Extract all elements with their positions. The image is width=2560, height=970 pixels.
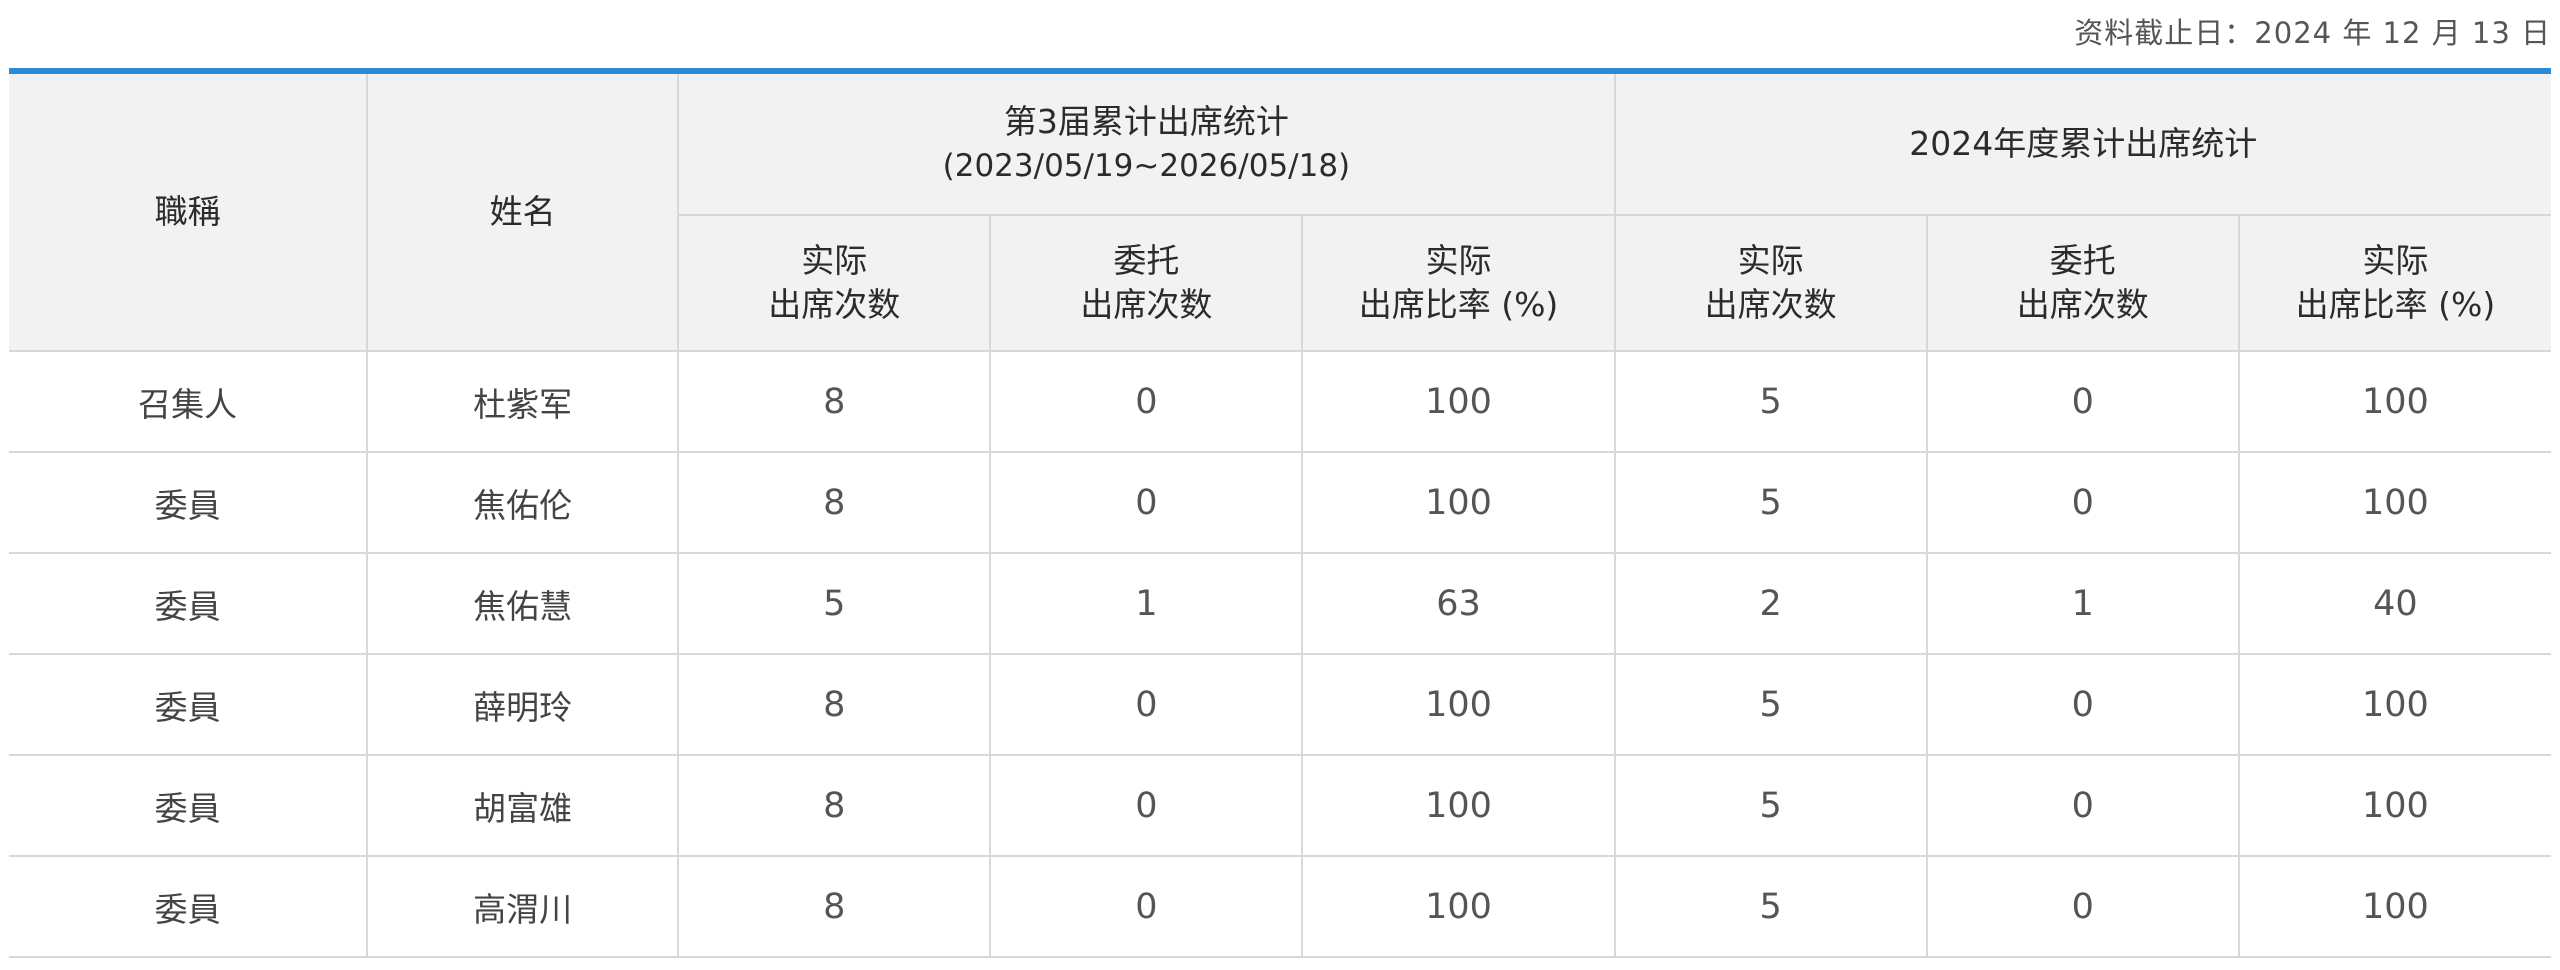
header-title: 職稱 [9, 74, 369, 352]
member-title-cell: 召集人 [9, 350, 369, 453]
subheader-line: 出席次数 [768, 285, 901, 324]
attendance-value-cell: 8 [677, 754, 992, 857]
member-name-cell: 焦佑伦 [366, 451, 680, 554]
data-as-of-date: 资料截止日：2024 年 12 月 13 日 [2074, 16, 2551, 50]
attendance-value-cell: 100 [1301, 653, 1616, 756]
subheader-line: 出席次数 [1704, 285, 1837, 324]
attendance-value-cell: 0 [1925, 653, 2240, 756]
member-title-cell: 委員 [9, 552, 369, 655]
subheader-2: 实际出席比率 (%) [1301, 214, 1616, 352]
header-group-year-title: 2024年度累计出席统计 [1909, 124, 2258, 163]
subheader-line: 实际 [2362, 241, 2429, 280]
attendance-value-cell: 100 [1301, 855, 1616, 958]
table-row: 委員 焦佑伦 8 0 100 5 0 100 [9, 451, 2551, 554]
attendance-value-cell: 40 [2237, 552, 2551, 655]
subheader-line: 出席比率 (%) [1358, 285, 1559, 324]
member-title-cell: 委員 [9, 451, 369, 554]
subheader-4: 委托 出席次数 [1925, 214, 2240, 352]
table-row: 委員 焦佑慧 5 1 63 2 1 40 [9, 552, 2551, 655]
attendance-value-cell: 5 [1613, 855, 1928, 958]
attendance-value-cell: 100 [2237, 350, 2551, 453]
member-name-cell: 高渭川 [366, 855, 680, 958]
attendance-value-cell: 63 [1301, 552, 1616, 655]
attendance-value-cell: 2 [1613, 552, 1928, 655]
attendance-value-cell: 0 [1925, 754, 2240, 857]
member-title-cell: 委員 [9, 754, 369, 857]
attendance-value-cell: 5 [677, 552, 992, 655]
subheader-3: 实际 出席次数 [1613, 214, 1928, 352]
attendance-value-cell: 1 [1925, 552, 2240, 655]
attendance-value-cell: 100 [2237, 754, 2551, 857]
table-body: 召集人 杜紫军 8 0 100 5 0 100 委員 焦佑伦 8 0 100 5 0 100 委員 焦佑慧 5 1 63… [9, 350, 2551, 958]
attendance-value-cell: 8 [677, 350, 992, 453]
attendance-value-cell: 1 [989, 552, 1304, 655]
attendance-value-cell: 8 [677, 451, 992, 554]
subheader-0: 实际 出席次数 [678, 214, 992, 352]
attendance-value-cell: 5 [1613, 653, 1928, 756]
attendance-table: 職稱 姓名 第3届累计出席统计 (2023/05/19~2026/05/18) … [9, 74, 2551, 958]
table-row: 委員 高渭川 8 0 100 5 0 100 [9, 855, 2551, 958]
header-group-term-period: (2023/05/19~2026/05/18) [942, 148, 1351, 184]
attendance-value-cell: 5 [1613, 350, 1928, 453]
header-group-term: 第3届累计出席统计 (2023/05/19~2026/05/18) [677, 74, 1616, 216]
subheader-line: 实际 [801, 241, 868, 280]
subheader-5: 实际出席比率 (%) [2237, 214, 2551, 352]
table-row: 委員 胡富雄 8 0 100 5 0 100 [9, 754, 2551, 857]
attendance-value-cell: 100 [1301, 754, 1616, 857]
attendance-value-cell: 0 [1925, 855, 2240, 958]
attendance-value-cell: 0 [1925, 451, 2240, 554]
table-row: 召集人 杜紫军 8 0 100 5 0 100 [9, 350, 2551, 453]
member-name-cell: 胡富雄 [366, 754, 680, 857]
subheader-line: 出席次数 [2016, 285, 2149, 324]
attendance-value-cell: 8 [677, 653, 992, 756]
attendance-value-cell: 100 [1301, 350, 1616, 453]
member-name-cell: 杜紫军 [366, 350, 680, 453]
subheader-line: 委托 [1113, 241, 1180, 280]
header-group-term-title: 第3届累计出席统计 [1003, 102, 1289, 141]
member-name-cell: 薛明玲 [366, 653, 680, 756]
attendance-value-cell: 0 [989, 451, 1304, 554]
member-title-cell: 委員 [9, 855, 369, 958]
attendance-value-cell: 0 [989, 754, 1304, 857]
attendance-value-cell: 0 [989, 350, 1304, 453]
attendance-value-cell: 5 [1613, 754, 1928, 857]
subheader-1: 委托 出席次数 [989, 214, 1304, 352]
attendance-value-cell: 8 [677, 855, 992, 958]
member-title-cell: 委員 [9, 653, 369, 756]
attendance-value-cell: 100 [2237, 451, 2551, 554]
header-group-year: 2024年度累计出席统计 [1613, 74, 2551, 216]
attendance-value-cell: 0 [989, 653, 1304, 756]
attendance-value-cell: 0 [989, 855, 1304, 958]
attendance-value-cell: 5 [1613, 451, 1928, 554]
subheader-line: 实际 [1425, 241, 1492, 280]
subheader-line: 委托 [2049, 241, 2116, 280]
table-row: 委員 薛明玲 8 0 100 5 0 100 [9, 653, 2551, 756]
attendance-value-cell: 100 [2237, 855, 2551, 958]
header-name: 姓名 [366, 74, 680, 352]
attendance-value-cell: 100 [2237, 653, 2551, 756]
attendance-value-cell: 100 [1301, 451, 1616, 554]
member-name-cell: 焦佑慧 [366, 552, 680, 655]
table-header: 職稱 姓名 第3届累计出席统计 (2023/05/19~2026/05/18) … [9, 74, 2551, 352]
attendance-table-container: 職稱 姓名 第3届累计出席统计 (2023/05/19~2026/05/18) … [9, 68, 2551, 958]
subheader-line: 出席比率 (%) [2295, 285, 2496, 324]
attendance-value-cell: 0 [1925, 350, 2240, 453]
subheader-line: 出席次数 [1080, 285, 1213, 324]
subheader-line: 实际 [1737, 241, 1804, 280]
